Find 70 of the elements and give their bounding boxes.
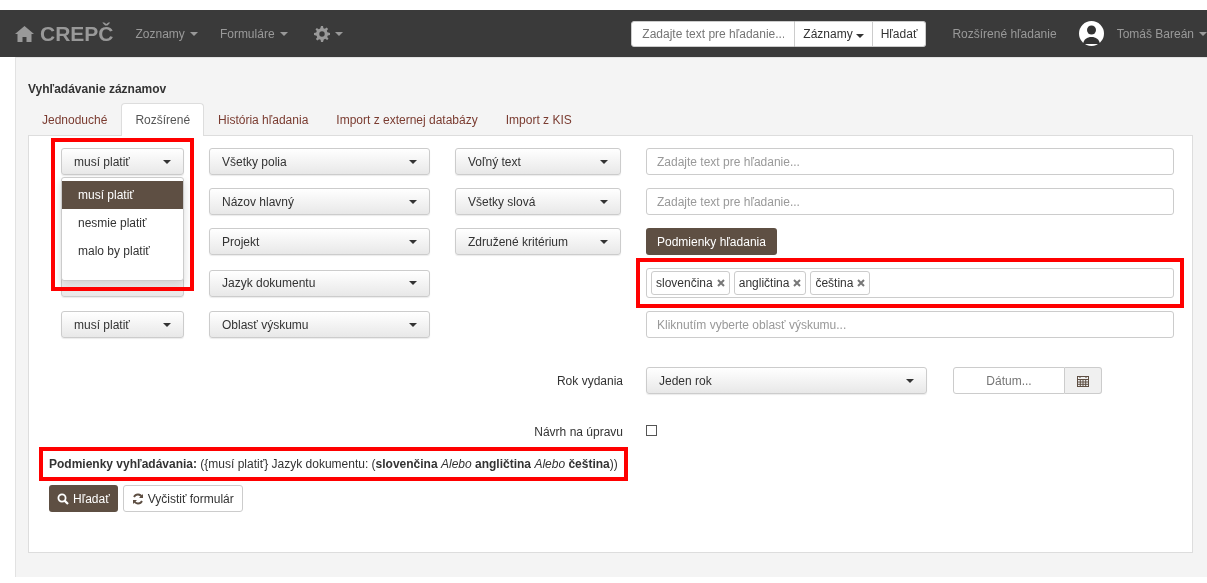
field-select[interactable]: Názov hlavný (209, 188, 430, 215)
remove-icon[interactable] (857, 279, 866, 287)
search-button[interactable]: Hľadať (872, 20, 927, 47)
caret-icon (855, 33, 864, 38)
menu-item[interactable]: musí platiť (62, 181, 183, 209)
tags-field[interactable]: slovenčina angličtina čeština (646, 268, 1174, 298)
caret-icon (189, 31, 198, 36)
settings-menu[interactable] (313, 25, 343, 42)
tab[interactable]: Rozšírené (121, 103, 205, 136)
caret-icon (906, 378, 914, 383)
mode-select[interactable]: Všetky slová (455, 188, 621, 215)
user-menu[interactable]: Tomáš Bareán (1116, 24, 1207, 43)
date-field[interactable]: Dátum... (953, 367, 1065, 394)
remove-icon[interactable] (716, 279, 725, 287)
field-select[interactable]: Projekt (209, 228, 430, 255)
proposal-label: Návrh na úpravu (534, 425, 623, 439)
caret-icon (409, 199, 417, 204)
conditions-button[interactable]: Podmienky hľadania (646, 228, 777, 255)
checkbox[interactable] (646, 425, 657, 436)
year-select[interactable]: Jeden rok (646, 367, 927, 394)
field-select[interactable]: Oblasť výskumu (209, 311, 430, 338)
caret-icon (600, 199, 608, 204)
advanced-search-link[interactable]: Rozšírené hľadanie (952, 24, 1057, 43)
year-label: Rok vydania (556, 373, 623, 388)
brand-link[interactable]: CREPČ (15, 17, 114, 50)
tab[interactable]: História hľadania (204, 103, 323, 136)
search-field[interactable]: Zadajte text pre hľadanie... (631, 20, 796, 47)
gear-icon (313, 25, 330, 42)
menu-item[interactable]: nesmie platiť (62, 209, 183, 237)
caret-icon (1199, 31, 1207, 36)
mode-select[interactable]: Voľný text (455, 148, 621, 175)
calendar-button[interactable] (1065, 367, 1102, 394)
caret-icon (334, 31, 343, 36)
refresh-icon (131, 492, 144, 505)
text-field[interactable]: Zadajte text pre hľadanie... (646, 188, 1174, 215)
search-icon (57, 492, 69, 505)
home-icon (15, 25, 34, 42)
page-title: Vyhľadávanie záznamov (28, 81, 168, 98)
mode-select[interactable]: Združené kritérium (455, 228, 621, 255)
nav-menu[interactable]: Formuláre (219, 24, 288, 43)
tab[interactable]: Import z externej databázy (322, 103, 492, 136)
scope-dropdown[interactable]: Záznamy (795, 20, 873, 47)
caret-icon (279, 31, 288, 36)
tab[interactable]: Jednoduché (28, 103, 122, 136)
caret-icon (600, 239, 608, 244)
clear-form-button[interactable]: Vyčistiť formulár (122, 485, 243, 512)
search-conditions-text: Podmienky vyhľadávania: ({musí platiť} Jazyk dokumentu: (slovenčina Alebo angličtina Alebo čeština)) (49, 457, 618, 471)
picker-field[interactable]: Kliknutím vyberte oblasť výskumu... (646, 311, 1174, 338)
remove-icon[interactable] (793, 279, 802, 287)
caret-icon (409, 281, 417, 285)
field-select[interactable]: Jazyk dokumentu (209, 269, 430, 297)
field-select[interactable]: Všetky polia (209, 148, 430, 175)
caret-icon (409, 322, 417, 327)
menu-item[interactable]: malo by platiť (62, 237, 183, 265)
tag-label: slovenčina (656, 275, 713, 292)
caret-icon (409, 239, 417, 244)
avatar-icon (1078, 21, 1104, 46)
search-button[interactable]: Hľadať (49, 485, 118, 512)
text-field[interactable]: Zadajte text pre hľadanie... (646, 148, 1174, 175)
nav-menu[interactable]: Zoznamy (135, 24, 198, 43)
caret-icon (600, 159, 608, 164)
caret-icon (163, 159, 171, 164)
caret-icon (409, 159, 417, 164)
operator-select[interactable]: musí platiť (61, 311, 184, 338)
tag-label: čeština (815, 275, 854, 292)
tag-label: angličtina (738, 275, 790, 292)
operator-select[interactable]: musí platiť (61, 148, 184, 175)
calendar-icon (1077, 374, 1089, 387)
caret-icon (163, 322, 171, 327)
tab[interactable]: Import z KIS (491, 103, 586, 136)
